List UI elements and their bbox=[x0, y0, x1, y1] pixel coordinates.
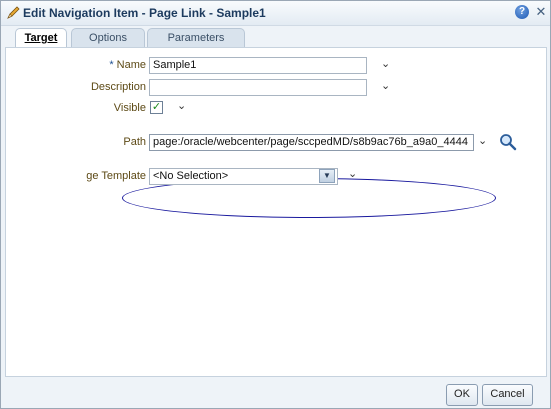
edit-navigation-item-dialog: Edit Navigation Item - Page Link - Sampl… bbox=[0, 0, 551, 409]
chevron-down-icon[interactable]: ⌄ bbox=[478, 134, 487, 147]
path-label: Path bbox=[123, 136, 146, 148]
pencil-icon bbox=[7, 6, 20, 19]
chevron-down-icon[interactable]: ⌄ bbox=[381, 57, 390, 70]
ok-button[interactable]: OK bbox=[446, 384, 478, 406]
page-template-label: ge Template bbox=[86, 170, 146, 182]
target-panel: * Name Sample1 ⌄ Description ⌄ Visible ✓… bbox=[5, 47, 547, 377]
checkmark-icon: ✓ bbox=[151, 101, 162, 113]
path-field[interactable]: page:/oracle/webcenter/page/sccpedMD/s8b… bbox=[149, 134, 474, 151]
name-field[interactable]: Sample1 bbox=[149, 57, 367, 74]
name-label-text: Name bbox=[116, 59, 146, 71]
required-mark: * bbox=[109, 59, 114, 71]
dropdown-arrow-icon[interactable]: ▼ bbox=[319, 169, 335, 183]
tab-target[interactable]: Target bbox=[15, 28, 67, 48]
visible-label: Visible bbox=[113, 102, 146, 114]
chevron-down-icon[interactable]: ⌄ bbox=[348, 167, 357, 180]
chevron-down-icon[interactable]: ⌄ bbox=[177, 99, 186, 112]
close-icon[interactable]: ✕ bbox=[534, 5, 548, 19]
description-label: Description bbox=[90, 81, 146, 93]
cancel-button[interactable]: Cancel bbox=[482, 384, 533, 406]
title-bar: Edit Navigation Item - Page Link - Sampl… bbox=[1, 1, 550, 26]
tab-options[interactable]: Options bbox=[71, 28, 145, 48]
chevron-down-icon[interactable]: ⌄ bbox=[381, 79, 390, 92]
page-template-select[interactable]: <No Selection> bbox=[149, 168, 338, 185]
tab-parameters[interactable]: Parameters bbox=[147, 28, 245, 48]
help-icon[interactable]: ? bbox=[515, 5, 529, 19]
footer: OK Cancel bbox=[1, 376, 550, 408]
dialog-title: Edit Navigation Item - Page Link - Sampl… bbox=[23, 6, 266, 20]
visible-checkbox[interactable]: ✓ bbox=[150, 101, 163, 114]
name-label: * Name bbox=[66, 59, 146, 71]
description-field[interactable] bbox=[149, 79, 367, 96]
tab-bar: Target Options Parameters bbox=[1, 25, 550, 48]
search-icon[interactable] bbox=[499, 133, 517, 151]
